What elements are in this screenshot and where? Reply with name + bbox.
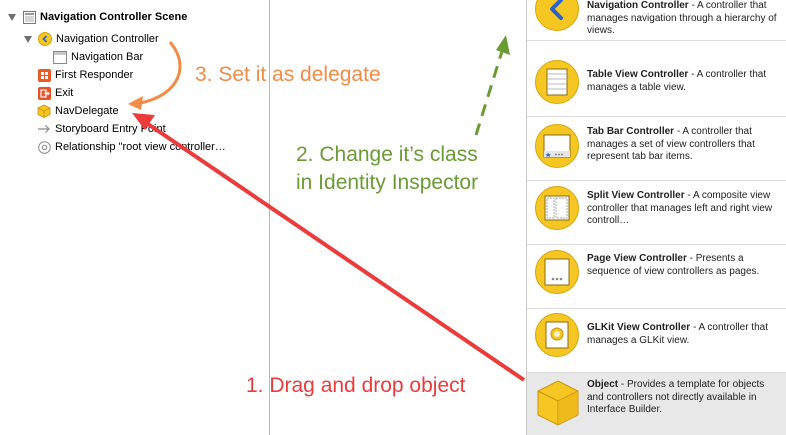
library-item-split-view-controller[interactable]: Split View Controller - A composite view… xyxy=(527,181,786,245)
object-library: Navigation Controller - A controller tha… xyxy=(527,0,786,435)
annotation-step1: 1. Drag and drop object xyxy=(246,374,466,397)
page-view-controller-icon xyxy=(535,250,579,294)
split-view-controller-icon xyxy=(535,186,579,230)
object-cube-icon xyxy=(536,379,580,427)
library-item-title: Table View Controller xyxy=(587,69,689,80)
outline-item-navigation-bar[interactable]: Navigation Bar xyxy=(53,48,143,66)
exit-icon xyxy=(37,86,51,100)
library-item-tab-bar-controller[interactable]: Tab Bar Controller - A controller that m… xyxy=(527,117,786,181)
outline-item-navdelegate[interactable]: NavDelegate xyxy=(37,102,119,120)
annotation-step3: 3. Set it as delegate xyxy=(195,63,381,86)
outline-item-label: Exit xyxy=(55,87,74,99)
outline-item-label: NavDelegate xyxy=(55,105,119,117)
library-item-title: Tab Bar Controller xyxy=(587,126,675,137)
library-item-page-view-controller[interactable]: Page View Controller - Presents a sequen… xyxy=(527,245,786,309)
navigation-controller-icon xyxy=(38,32,52,46)
library-item-title: Object xyxy=(587,379,619,390)
scene-row[interactable]: Navigation Controller Scene xyxy=(8,8,187,26)
library-item-table-view-controller[interactable]: Table View Controller - A controller tha… xyxy=(527,53,786,117)
library-item-description: Navigation Controller - A controller tha… xyxy=(587,0,777,36)
outline-item-navigation-controller[interactable]: Navigation Controller xyxy=(24,30,159,48)
outline-item-relationship[interactable]: Relationship "root view controller… xyxy=(37,138,226,156)
library-item-title: Navigation Controller xyxy=(587,0,689,11)
library-item-description: Split View Controller - A composite view… xyxy=(587,190,773,226)
table-view-controller-icon xyxy=(535,60,579,104)
object-cube-icon xyxy=(37,104,51,118)
outline-item-storyboard-entry-point[interactable]: Storyboard Entry Point xyxy=(37,120,166,138)
navigation-controller-icon xyxy=(535,0,579,31)
library-item-title: Page View Controller xyxy=(587,253,687,264)
library-item-title: Split View Controller xyxy=(587,190,685,201)
annotation-step2-line2: in Identity Inspector xyxy=(296,171,479,194)
disclosure-triangle-icon[interactable] xyxy=(24,35,32,43)
outline-item-label: Navigation Bar xyxy=(71,51,144,63)
library-item-title: GLKit View Controller xyxy=(587,322,691,333)
library-item-description: Tab Bar Controller - A controller that m… xyxy=(587,126,755,162)
relationship-circle-icon xyxy=(37,140,51,154)
navigation-bar-icon xyxy=(53,50,67,64)
outline-item-label: Storyboard Entry Point xyxy=(55,123,166,135)
first-responder-icon xyxy=(37,68,51,82)
glkit-view-controller-icon xyxy=(535,313,579,357)
scene-icon xyxy=(22,10,36,24)
library-item-description: Object - Provides a template for objects… xyxy=(587,379,765,415)
library-item-description: GLKit View Controller - A controller tha… xyxy=(587,322,768,346)
library-item-object[interactable]: Object - Provides a template for objects… xyxy=(527,373,786,435)
outline-item-label: First Responder xyxy=(55,69,134,81)
disclosure-triangle-icon[interactable] xyxy=(8,13,16,21)
library-item-navigation-controller[interactable]: Navigation Controller - A controller tha… xyxy=(527,0,786,41)
outline-item-label: Relationship "root view controller… xyxy=(55,141,226,153)
outline-item-label: Navigation Controller xyxy=(56,33,159,45)
library-item-description: Page View Controller - Presents a sequen… xyxy=(587,253,760,277)
tab-bar-controller-icon xyxy=(535,124,579,168)
annotation-step2-line1: 2. Change it’s class xyxy=(296,143,478,166)
outline-item-first-responder[interactable]: First Responder xyxy=(37,66,133,84)
arrow-right-icon xyxy=(37,122,51,136)
outline-item-exit[interactable]: Exit xyxy=(37,84,73,102)
scene-title: Navigation Controller Scene xyxy=(40,11,188,23)
library-item-glkit-view-controller[interactable]: GLKit View Controller - A controller tha… xyxy=(527,309,786,373)
library-item-description: Table View Controller - A controller tha… xyxy=(587,69,767,93)
